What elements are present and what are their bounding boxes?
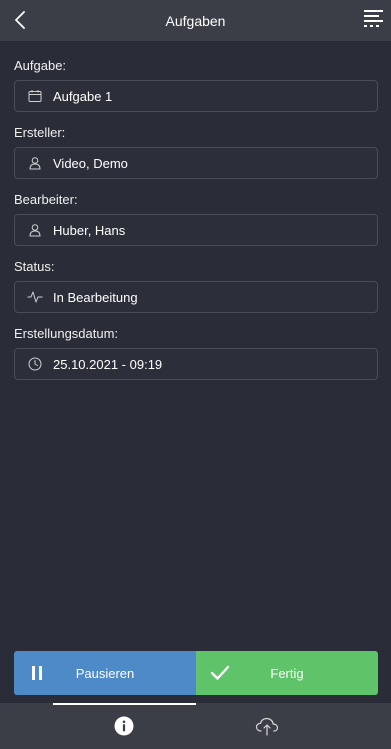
pause-icon <box>28 663 48 683</box>
header-bar: Aufgaben <box>0 0 391 41</box>
field-label: Bearbeiter: <box>14 192 78 207</box>
calendar-icon <box>27 88 43 104</box>
person-icon <box>27 155 43 171</box>
page-title: Aufgaben <box>165 12 226 29</box>
done-label: Fertig <box>270 665 304 681</box>
person-icon <box>27 222 43 238</box>
field-aufgabe: Aufgabe: Aufgabe 1 <box>14 57 378 112</box>
field-ersteller: Ersteller: Video, Demo <box>14 124 378 179</box>
action-buttons: Pausieren Fertig <box>14 651 378 695</box>
field-label: Status: <box>14 259 55 274</box>
checkmark-icon <box>210 663 230 683</box>
field-bearbeiter: Bearbeiter: Huber, Hans <box>14 191 378 246</box>
activity-icon <box>27 289 43 305</box>
tab-info[interactable] <box>53 703 195 749</box>
field-box: Video, Demo <box>14 147 378 179</box>
done-button[interactable]: Fertig <box>196 651 378 695</box>
back-button[interactable] <box>8 8 32 32</box>
pause-button[interactable]: Pausieren <box>14 651 196 695</box>
field-label: Erstellungsdatum: <box>14 326 119 341</box>
field-label: Ersteller: <box>14 125 66 140</box>
field-value: Huber, Hans <box>53 222 126 238</box>
cloud-upload-icon <box>255 717 279 736</box>
task-details: Aufgabe: Aufgabe 1 Ersteller: Video, Dem… <box>14 57 378 392</box>
field-box: In Bearbeitung <box>14 281 378 313</box>
field-erstellungsdatum: Erstellungsdatum: 25.10.2021 - 09:19 <box>14 325 378 380</box>
field-value: Aufgabe 1 <box>53 88 113 104</box>
field-status: Status: In Bearbeitung <box>14 258 378 313</box>
tab-upload[interactable] <box>196 703 338 749</box>
chevron-left-icon <box>15 11 25 29</box>
field-value: In Bearbeitung <box>53 289 138 305</box>
field-box: Huber, Hans <box>14 214 378 246</box>
clock-icon <box>27 356 43 372</box>
field-box: Aufgabe 1 <box>14 80 378 112</box>
field-value: Video, Demo <box>53 155 128 171</box>
field-value: 25.10.2021 - 09:19 <box>53 356 163 372</box>
pause-label: Pausieren <box>75 665 135 681</box>
field-box: 25.10.2021 - 09:19 <box>14 348 378 380</box>
menu-button[interactable] <box>363 7 385 29</box>
info-icon <box>114 716 134 736</box>
field-label: Aufgabe: <box>14 58 67 73</box>
bottom-tab-bar <box>0 703 391 749</box>
menu-list-icon <box>364 10 383 27</box>
